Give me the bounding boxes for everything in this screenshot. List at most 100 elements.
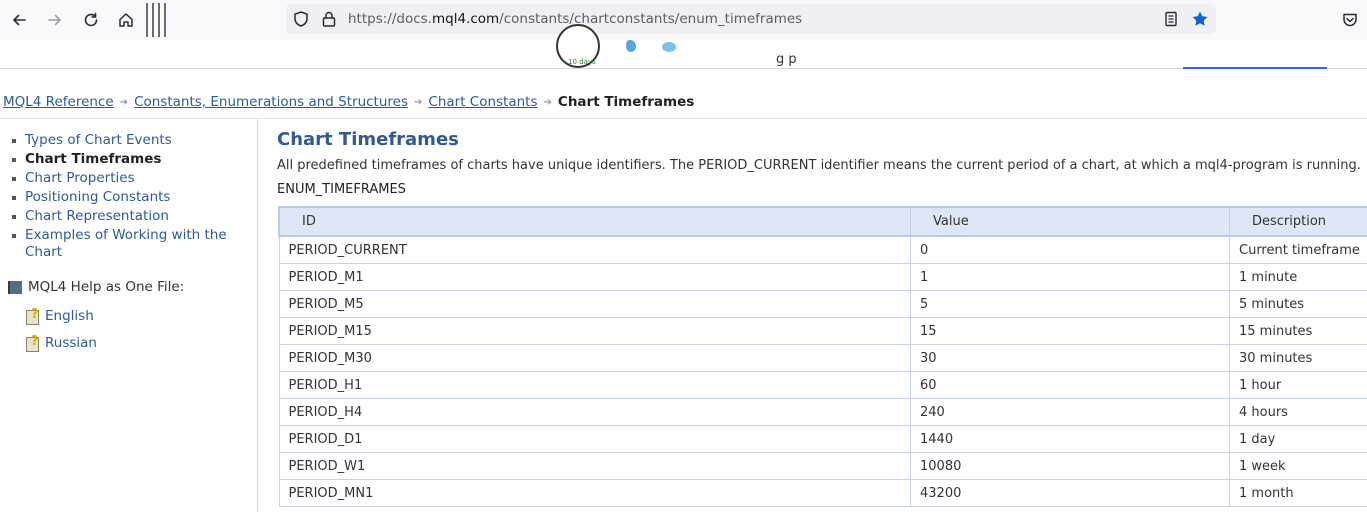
help-file-heading: MQL4 Help as One File: xyxy=(8,279,184,295)
home-button[interactable] xyxy=(112,6,140,34)
sidebar-item-chart-timeframes[interactable]: Chart Timeframes xyxy=(12,151,252,168)
cell-id: PERIOD_M30 xyxy=(278,344,911,372)
bookmark-star-icon[interactable] xyxy=(1191,10,1209,28)
table-row: PERIOD_CURRENT 0 Current timeframe xyxy=(278,235,1367,264)
sidebar-link[interactable]: Types of Chart Events xyxy=(25,132,172,148)
library-bars-icon[interactable] xyxy=(146,3,166,37)
timeframes-table: ID Value Description PERIOD_CURRENT 0 Curr… xyxy=(278,206,1367,507)
cell-description: 1 week xyxy=(1229,452,1367,480)
sidebar-item-chart-representation[interactable]: Chart Representation xyxy=(12,208,252,225)
address-bar[interactable]: https://docs.mql4.com/constants/chartcon… xyxy=(286,4,1216,34)
sidebar-link[interactable]: Positioning Constants xyxy=(25,189,170,205)
cell-value: 5 xyxy=(910,290,1230,318)
reader-view-icon[interactable] xyxy=(1162,10,1180,28)
sidebar-link[interactable]: Chart Representation xyxy=(25,208,169,224)
forward-button[interactable] xyxy=(41,6,69,34)
cell-description: 4 hours xyxy=(1229,398,1367,426)
table-row: PERIOD_H1 60 1 hour xyxy=(278,371,1367,399)
cell-id: PERIOD_W1 xyxy=(278,452,911,480)
table-row: PERIOD_H4 240 4 hours xyxy=(278,398,1367,426)
sidebar-item-chart-properties[interactable]: Chart Properties xyxy=(12,170,252,187)
table-header-row: ID Value Description xyxy=(278,206,1367,237)
sidebar-link[interactable]: Chart Properties xyxy=(25,170,135,186)
home-icon xyxy=(119,13,133,27)
sidebar-item-positioning-constants[interactable]: Positioning Constants xyxy=(12,189,252,206)
cell-value: 1440 xyxy=(910,425,1230,453)
cell-value: 0 xyxy=(910,235,1230,264)
breadcrumb-current: Chart Timeframes xyxy=(557,94,695,110)
column-header-description: Description xyxy=(1229,206,1367,237)
help-link-label[interactable]: English xyxy=(45,308,94,324)
breadcrumb-link[interactable]: MQL4 Reference xyxy=(3,94,114,110)
sidebar-link[interactable]: Chart Timeframes xyxy=(25,151,161,167)
breadcrumb-link[interactable]: Constants, Enumerations and Structures xyxy=(134,94,408,110)
table-row: PERIOD_D1 1440 1 day xyxy=(278,425,1367,453)
table-row: PERIOD_M15 15 15 minutes xyxy=(278,317,1367,345)
cell-value: 15 xyxy=(910,317,1230,345)
reload-icon xyxy=(84,12,98,27)
cell-id: PERIOD_M15 xyxy=(278,317,911,345)
header-text-fragment: g p xyxy=(776,52,797,67)
cell-description: Current timeframe xyxy=(1229,235,1367,264)
browser-toolbar: https://docs.mql4.com/constants/chartcon… xyxy=(0,0,1367,40)
help-link-russian[interactable]: ? Russian xyxy=(26,334,97,352)
logo-decoration xyxy=(626,40,636,52)
sidebar-item-types-of-chart-events[interactable]: Types of Chart Events xyxy=(12,132,252,149)
sidebar: Types of Chart Events Chart Timeframes C… xyxy=(0,119,258,512)
sidebar-nav: Types of Chart Events Chart Timeframes C… xyxy=(12,132,252,263)
cell-description: 30 minutes xyxy=(1229,344,1367,372)
table-row: PERIOD_MN1 43200 1 month xyxy=(278,479,1367,507)
column-header-value: Value xyxy=(910,206,1230,237)
breadcrumb-separator-icon: ➔ xyxy=(543,96,552,108)
table-row: PERIOD_W1 10080 1 week xyxy=(278,452,1367,480)
help-title-text: MQL4 Help as One File: xyxy=(28,279,185,295)
cell-description: 1 hour xyxy=(1229,371,1367,399)
back-button[interactable] xyxy=(5,6,33,34)
help-link-english[interactable]: ? English xyxy=(26,307,94,325)
header-accent-line xyxy=(1183,67,1327,69)
cell-description: 5 minutes xyxy=(1229,290,1367,318)
lock-icon[interactable] xyxy=(320,10,338,28)
page-description: All predefined timeframes of charts have… xyxy=(277,158,1361,173)
help-file-icon: ? xyxy=(26,307,41,325)
logo-caption: 10 days xyxy=(568,58,596,66)
cell-value: 43200 xyxy=(910,479,1230,507)
cell-description: 1 month xyxy=(1229,479,1367,507)
page-title: Chart Timeframes xyxy=(277,129,459,150)
cell-description: 1 day xyxy=(1229,425,1367,453)
table-row: PERIOD_M30 30 30 minutes xyxy=(278,344,1367,372)
book-icon xyxy=(8,280,22,294)
cell-value: 240 xyxy=(910,398,1230,426)
cell-description: 15 minutes xyxy=(1229,317,1367,345)
forward-arrow-icon xyxy=(48,14,61,26)
cell-id: PERIOD_M5 xyxy=(278,290,911,318)
cell-value: 10080 xyxy=(910,452,1230,480)
cell-id: PERIOD_M1 xyxy=(278,263,911,291)
help-link-label[interactable]: Russian xyxy=(45,335,97,351)
table-row: PERIOD_M1 1 1 minute xyxy=(278,263,1367,291)
site-header: 10 days g p xyxy=(0,24,1367,69)
cell-value: 60 xyxy=(910,371,1230,399)
cell-id: PERIOD_D1 xyxy=(278,425,911,453)
tracking-protection-shield-icon[interactable] xyxy=(292,10,310,28)
logo-decoration xyxy=(662,42,676,52)
table-row: PERIOD_M5 5 5 minutes xyxy=(278,290,1367,318)
cell-id: PERIOD_H1 xyxy=(278,371,911,399)
breadcrumb-link[interactable]: Chart Constants xyxy=(428,94,537,110)
sidebar-link[interactable]: Examples of Working with the Chart xyxy=(25,227,227,260)
cell-description: 1 minute xyxy=(1229,263,1367,291)
sidebar-item-examples[interactable]: Examples of Working with the Chart xyxy=(12,227,252,261)
breadcrumb: MQL4 Reference ➔ Constants, Enumerations… xyxy=(3,94,694,110)
cell-id: PERIOD_MN1 xyxy=(278,479,911,507)
cell-id: PERIOD_H4 xyxy=(278,398,911,426)
cell-value: 30 xyxy=(910,344,1230,372)
cell-value: 1 xyxy=(910,263,1230,291)
breadcrumb-separator-icon: ➔ xyxy=(119,96,129,108)
help-file-icon: ? xyxy=(26,334,41,352)
breadcrumb-separator-icon: ➔ xyxy=(414,96,423,108)
enum-name: ENUM_TIMEFRAMES xyxy=(277,182,406,197)
reload-button[interactable] xyxy=(77,6,105,34)
cell-id: PERIOD_CURRENT xyxy=(278,235,911,264)
pocket-icon[interactable] xyxy=(1340,10,1360,30)
back-arrow-icon xyxy=(13,14,26,26)
